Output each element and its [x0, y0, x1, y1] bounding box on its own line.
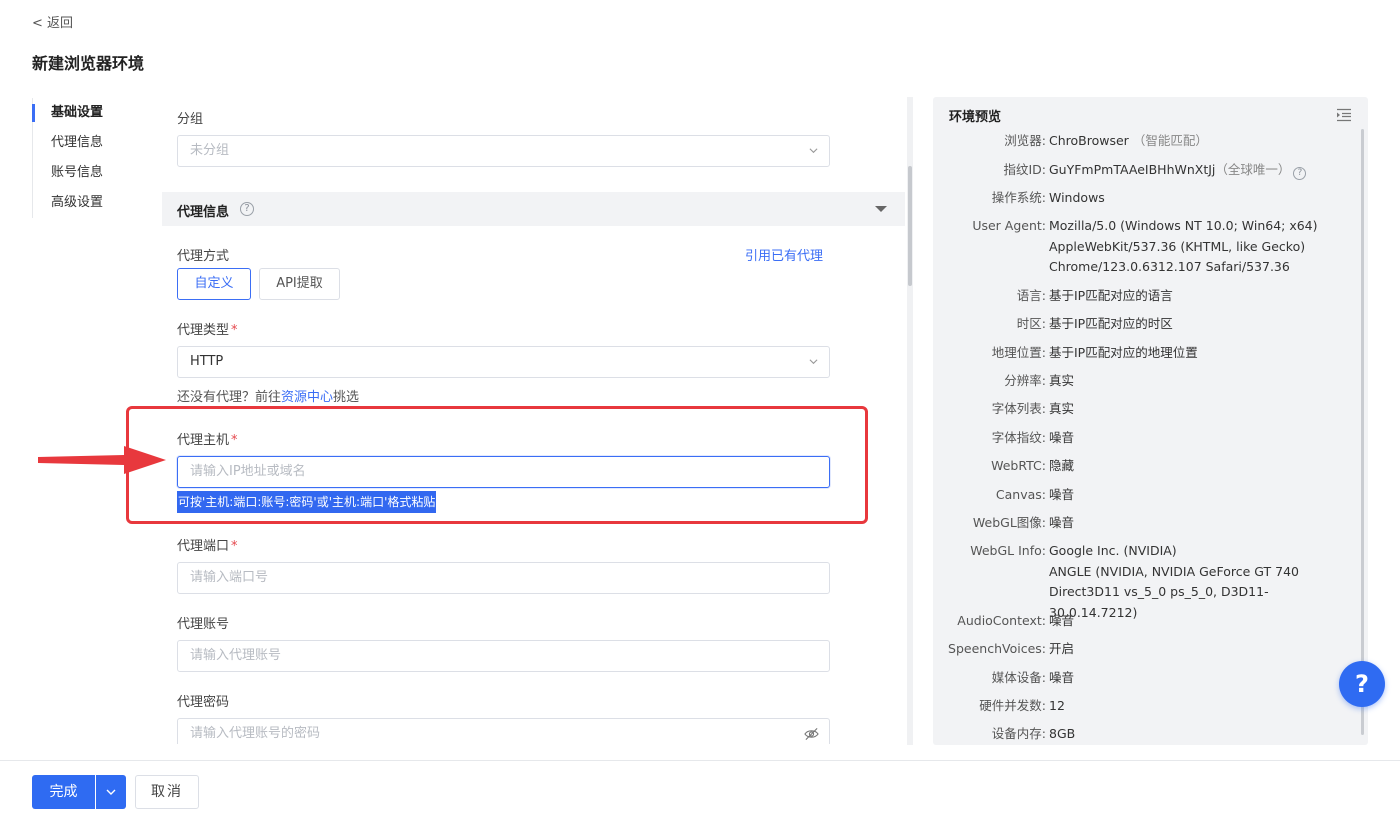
- proxy-section-title: 代理信息: [177, 205, 230, 220]
- chevron-down-icon: [106, 789, 116, 795]
- footer-bar: 完成 取消: [0, 760, 1400, 820]
- page-title: 新建浏览器环境: [32, 54, 145, 73]
- chevron-down-icon: [809, 359, 818, 365]
- proxy-type-select[interactable]: HTTP: [177, 346, 830, 378]
- back-link[interactable]: < 返回: [32, 12, 73, 31]
- side-nav-item-account[interactable]: 账号信息: [33, 158, 142, 188]
- environment-preview-panel: 环境预览 浏览器: ChroBrowser （智能匹配） 指纹ID: GuYFm…: [933, 97, 1368, 745]
- help-button[interactable]: ?: [1339, 661, 1385, 707]
- done-dropdown-button[interactable]: [96, 775, 126, 809]
- proxy-password-label: 代理密码: [177, 695, 230, 710]
- eye-off-icon[interactable]: [804, 727, 819, 741]
- proxy-port-label: 代理端口 *: [177, 539, 238, 554]
- question-circle-icon[interactable]: ?: [240, 202, 254, 216]
- highlight-box: [126, 406, 868, 524]
- proxy-password-input[interactable]: 请输入代理账号的密码: [177, 718, 830, 744]
- side-nav: 基础设置 代理信息 账号信息 高级设置: [32, 98, 142, 218]
- proxy-type-value: HTTP: [190, 354, 224, 369]
- proxy-port-input[interactable]: 请输入端口号: [177, 562, 830, 594]
- arrow-right-icon: [38, 446, 166, 474]
- proxy-account-input[interactable]: 请输入代理账号: [177, 640, 830, 672]
- proxy-section-header[interactable]: 代理信息 ?: [162, 192, 905, 226]
- group-select-value: 未分组: [190, 143, 230, 158]
- proxy-type-label: 代理类型 *: [177, 323, 238, 338]
- cancel-button[interactable]: 取消: [135, 775, 199, 809]
- proxy-resource-hint: 还没有代理？前往资源中心挑选: [177, 390, 360, 405]
- resource-center-link[interactable]: 资源中心: [281, 390, 333, 405]
- proxy-method-api-button[interactable]: API提取: [259, 268, 340, 300]
- group-label: 分组: [177, 112, 204, 127]
- side-nav-item-basic[interactable]: 基础设置: [32, 98, 142, 128]
- form-scrollbar-thumb[interactable]: [908, 166, 912, 286]
- group-select[interactable]: 未分组: [177, 135, 830, 167]
- done-button[interactable]: 完成: [32, 775, 95, 809]
- proxy-account-label: 代理账号: [177, 617, 230, 632]
- question-circle-icon[interactable]: ?: [1293, 167, 1307, 180]
- use-existing-proxy-link[interactable]: 引用已有代理: [745, 245, 823, 264]
- side-nav-item-advanced[interactable]: 高级设置: [33, 188, 142, 218]
- collapse-menu-icon[interactable]: [1336, 108, 1352, 122]
- preview-scrollbar[interactable]: [1361, 129, 1364, 735]
- caret-down-icon[interactable]: [875, 206, 887, 212]
- proxy-method-label: 代理方式: [177, 249, 230, 264]
- side-nav-item-proxy[interactable]: 代理信息: [33, 128, 142, 158]
- proxy-method-custom-button[interactable]: 自定义: [177, 268, 251, 300]
- preview-title: 环境预览: [949, 110, 1002, 125]
- chevron-down-icon: [809, 148, 818, 154]
